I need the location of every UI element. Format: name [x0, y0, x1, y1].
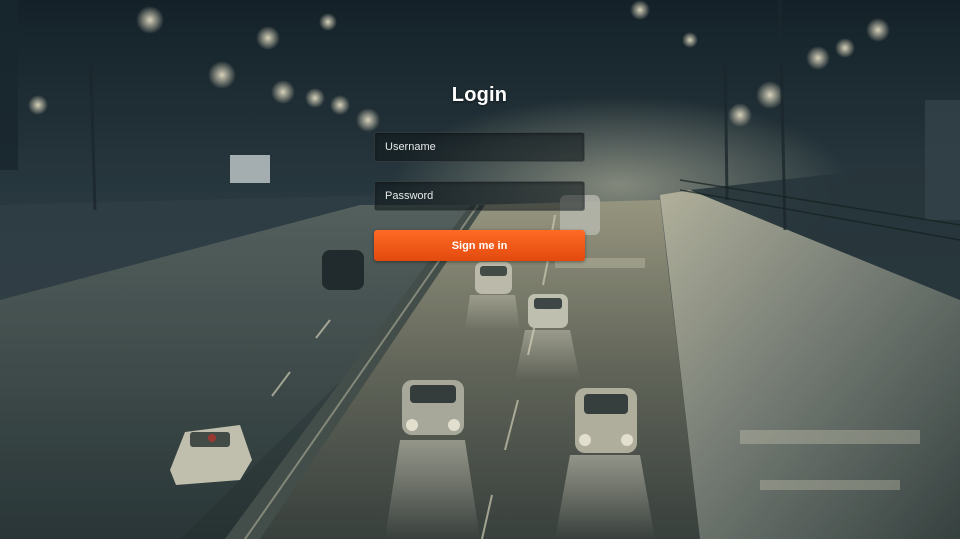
login-page: Login Sign me in — [0, 0, 960, 539]
login-title: Login — [451, 84, 508, 106]
password-input[interactable] — [374, 181, 585, 211]
login-form: Login Sign me in — [374, 80, 585, 261]
sign-in-button[interactable]: Sign me in — [374, 230, 585, 261]
username-input[interactable] — [374, 132, 585, 162]
